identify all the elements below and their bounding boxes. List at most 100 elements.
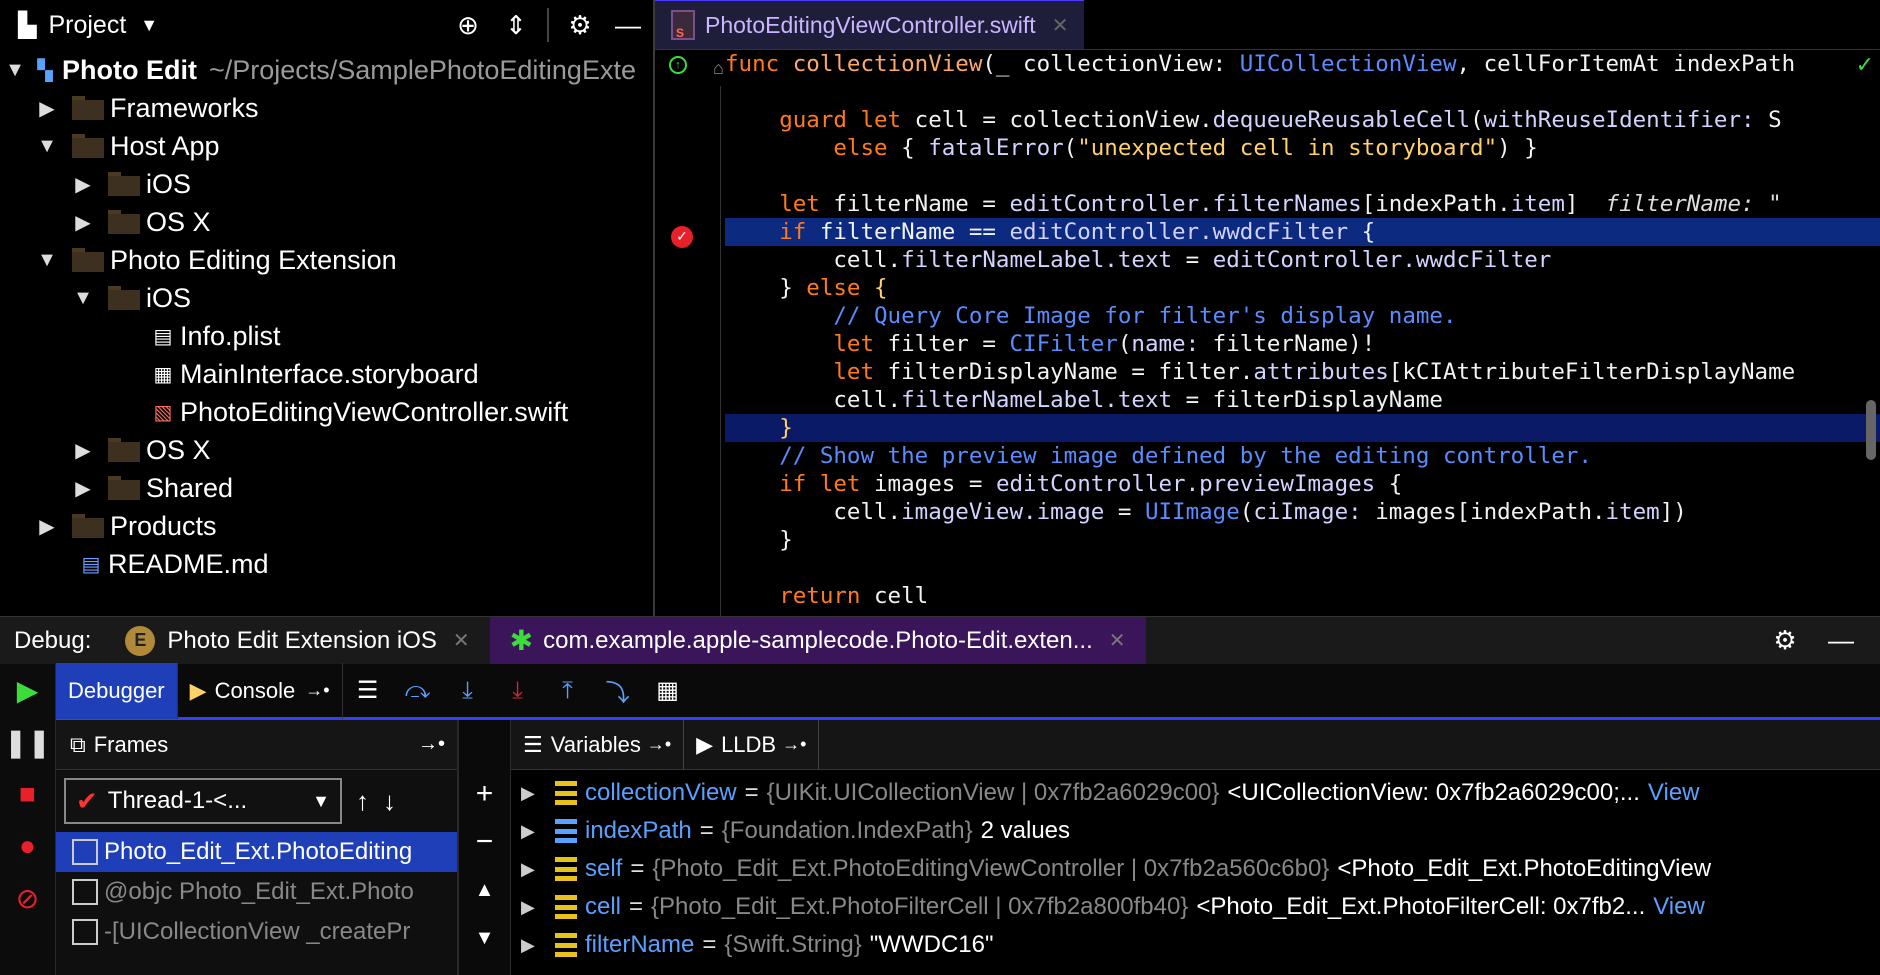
expand-arrow-icon[interactable]: ▶: [521, 859, 543, 880]
tree-item-storyboard[interactable]: ▦ MainInterface.storyboard: [0, 355, 653, 393]
tree-root-label: Photo Edit: [62, 54, 197, 85]
step-into-icon[interactable]: ⤓: [448, 671, 488, 711]
editor-scrollbar[interactable]: [1866, 400, 1876, 460]
chevron-down-icon[interactable]: ▼: [140, 15, 158, 36]
project-view-icon[interactable]: ▙: [18, 11, 36, 40]
collapse-all-icon[interactable]: ⇕: [499, 8, 533, 42]
mute-breakpoints-icon[interactable]: ⊘: [0, 872, 55, 924]
collapsed-arrow-icon[interactable]: ▶: [72, 210, 94, 235]
pin-icon[interactable]: →•: [305, 680, 329, 701]
pin-icon[interactable]: →•: [782, 734, 806, 755]
tab-console[interactable]: ▶ Console →•: [178, 662, 343, 719]
override-marker-icon[interactable]: ↑: [669, 56, 687, 74]
expand-arrow-icon[interactable]: ▼: [36, 135, 58, 158]
inspection-ok-icon[interactable]: ✓: [1856, 52, 1874, 78]
minimize-icon[interactable]: —: [1824, 624, 1858, 658]
add-watch-icon[interactable]: +: [459, 770, 510, 818]
variable-row[interactable]: ▶ indexPath = {Foundation.IndexPath} 2 v…: [511, 812, 1880, 850]
tab-lldb[interactable]: ▶ LLDB →•: [684, 719, 820, 770]
close-icon[interactable]: ✕: [1052, 13, 1069, 38]
evaluate-expression-icon[interactable]: ▦: [648, 671, 688, 711]
folder-icon: [108, 438, 140, 462]
collapsed-arrow-icon[interactable]: ▶: [36, 96, 58, 121]
show-execution-point-icon[interactable]: ☰: [348, 671, 388, 711]
arrow-down-icon[interactable]: ↓: [383, 786, 396, 817]
tree-item-root[interactable]: ▼ ▚ Photo Edit ~/Projects/SamplePhotoEdi…: [0, 51, 653, 89]
view-link[interactable]: View: [1653, 893, 1705, 921]
force-step-into-icon[interactable]: ⤓: [498, 671, 538, 711]
crosshair-icon[interactable]: ⊕: [451, 8, 485, 42]
tree-item-host-ios[interactable]: ▶ iOS: [0, 165, 653, 203]
tree-item-swift-file[interactable]: ▧ PhotoEditingViewController.swift: [0, 393, 653, 431]
tree-item-readme[interactable]: ▤ README.md: [0, 545, 653, 583]
variable-row[interactable]: ▶ self = {Photo_Edit_Ext.PhotoEditingVie…: [511, 850, 1880, 888]
terminal-icon: ▶: [696, 731, 714, 757]
code-area[interactable]: func collectionView(_ collectionView: UI…: [725, 50, 1880, 616]
close-icon[interactable]: ✕: [453, 628, 470, 653]
pause-icon[interactable]: ❚❚: [0, 716, 55, 768]
close-icon[interactable]: ✕: [1109, 628, 1126, 653]
tree-item-ext-ios[interactable]: ▼ iOS: [0, 279, 653, 317]
step-out-icon[interactable]: ⤒: [548, 671, 588, 711]
editor-tab-label: PhotoEditingViewController.swift: [705, 11, 1036, 38]
variable-row[interactable]: ▶ filterName = {Swift.String} "WWDC16": [511, 926, 1880, 964]
minimize-icon[interactable]: —: [611, 8, 645, 42]
variable-type: {Photo_Edit_Ext.PhotoEditingViewControll…: [652, 855, 1330, 882]
collapsed-arrow-icon[interactable]: ▶: [72, 172, 94, 197]
move-up-icon[interactable]: ▲: [459, 866, 510, 914]
editor-tab[interactable]: PhotoEditingViewController.swift ✕: [655, 0, 1085, 49]
debug-tab-extension[interactable]: E Photo Edit Extension iOS ✕: [105, 617, 489, 665]
tree-item-info-plist[interactable]: ▤ Info.plist: [0, 317, 653, 355]
variable-row[interactable]: ▶ collectionView = {UIKit.UICollectionVi…: [511, 774, 1880, 812]
tree-item-host-osx[interactable]: ▶ OS X: [0, 203, 653, 241]
thread-select[interactable]: ✔ Thread-1-<... ▼: [64, 778, 342, 824]
folder-icon: [72, 134, 104, 158]
tab-variables[interactable]: ☰ Variables →•: [511, 719, 685, 770]
debug-tab-process[interactable]: ✱ com.example.apple-samplecode.Photo-Edi…: [489, 616, 1146, 665]
variable-row[interactable]: ▶ cell = {Photo_Edit_Ext.PhotoFilterCell…: [511, 888, 1880, 926]
pin-icon[interactable]: →•: [418, 733, 445, 756]
tree-item-products[interactable]: ▶ Products: [0, 507, 653, 545]
expand-arrow-icon[interactable]: ▶: [521, 935, 543, 956]
step-over-icon[interactable]: ⤼: [398, 671, 438, 711]
frame-row[interactable]: @objc Photo_Edit_Ext.Photo: [56, 872, 457, 912]
resume-icon[interactable]: ▶: [0, 664, 55, 716]
expand-arrow-icon[interactable]: ▶: [521, 821, 543, 842]
run-to-cursor-icon[interactable]: ⤵: [598, 671, 638, 711]
frame-row[interactable]: Photo_Edit_Ext.PhotoEditing: [56, 832, 457, 872]
expand-arrow-icon[interactable]: ▶: [521, 783, 543, 804]
swift-file-icon: ▧: [153, 401, 173, 424]
gear-icon[interactable]: ⚙: [1768, 624, 1802, 658]
expand-arrow-icon[interactable]: ▶: [521, 897, 543, 918]
remove-watch-icon[interactable]: −: [459, 818, 510, 866]
view-breakpoints-icon[interactable]: ●: [0, 820, 55, 872]
code-line: let filterName = editController.filterNa…: [779, 191, 1782, 217]
view-link[interactable]: View: [1648, 779, 1700, 807]
tree-item-frameworks[interactable]: ▶ Frameworks: [0, 89, 653, 127]
gear-icon[interactable]: ⚙: [563, 8, 597, 42]
expand-arrow-icon[interactable]: ▼: [36, 249, 58, 272]
breakpoint-icon[interactable]: ✓: [671, 226, 693, 248]
collapsed-arrow-icon[interactable]: ▶: [72, 438, 94, 463]
tree-item-photo-editing-extension[interactable]: ▼ Photo Editing Extension: [0, 241, 653, 279]
pin-icon[interactable]: →•: [647, 734, 671, 755]
project-title[interactable]: Project: [48, 11, 126, 40]
folder-icon: [108, 172, 140, 196]
fold-marker-icon[interactable]: ⌂: [713, 58, 724, 79]
tree-item-shared[interactable]: ▶ Shared: [0, 469, 653, 507]
stop-icon[interactable]: ■: [0, 768, 55, 820]
tab-debugger[interactable]: Debugger: [56, 662, 178, 719]
expand-arrow-icon[interactable]: ▼: [72, 287, 94, 310]
expand-arrow-icon[interactable]: ▼: [4, 59, 26, 82]
variable-type: {Foundation.IndexPath}: [721, 817, 973, 844]
tree-item-host-app[interactable]: ▼ Host App: [0, 127, 653, 165]
collapsed-arrow-icon[interactable]: ▶: [36, 514, 58, 539]
frame-row[interactable]: -[UICollectionView _createPr: [56, 912, 457, 952]
collapsed-arrow-icon[interactable]: ▶: [72, 476, 94, 501]
code-editor: PhotoEditingViewController.swift ✕ ↑ ⌂ ✓…: [653, 0, 1880, 646]
tree-item-ext-osx[interactable]: ▶ OS X: [0, 431, 653, 469]
debug-label: Debug:: [14, 626, 92, 654]
move-down-icon[interactable]: ▼: [459, 914, 510, 962]
arrow-up-icon[interactable]: ↑: [356, 786, 369, 817]
